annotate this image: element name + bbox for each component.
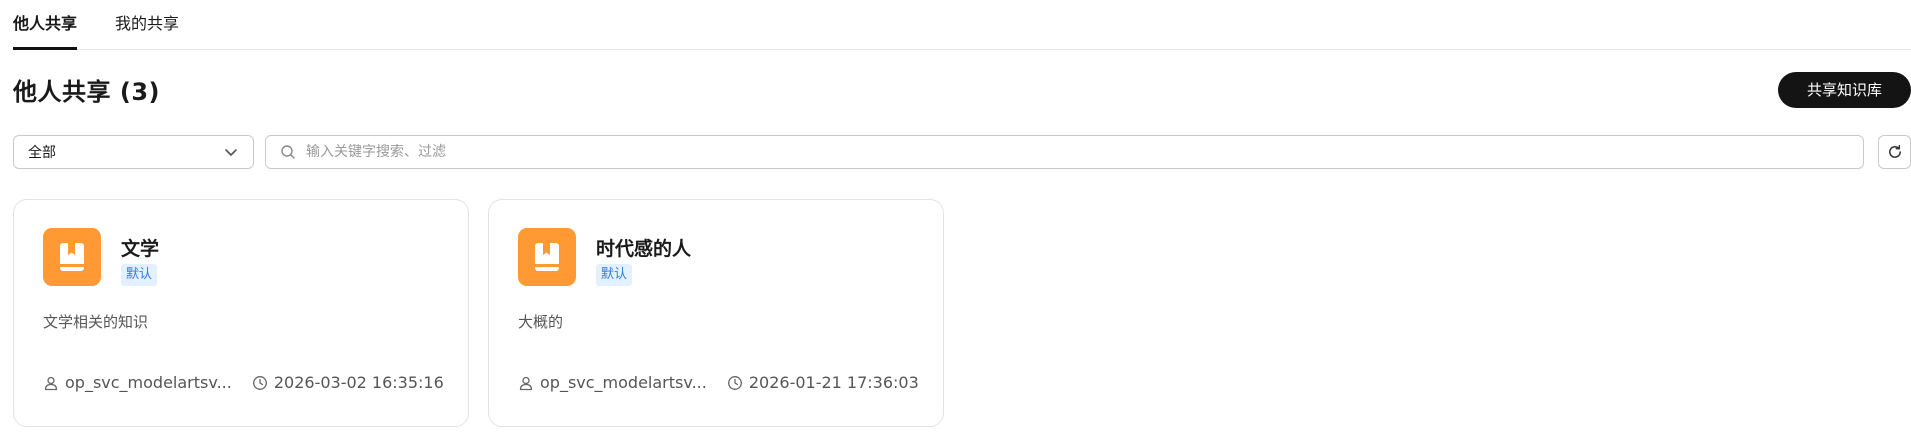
card-meta: op_svc_modelartsv... 2026-01-21 17:36:03 [518, 373, 923, 392]
default-tag: 默认 [121, 264, 158, 286]
card-time-value: 2026-03-02 16:35:16 [273, 373, 444, 392]
card-time: 2026-03-02 16:35:16 [252, 373, 444, 392]
card-title: 时代感的人 [596, 238, 692, 260]
refresh-button[interactable] [1878, 135, 1911, 169]
book-icon [43, 228, 101, 286]
search-input[interactable] [306, 137, 1849, 167]
tab-others-shared[interactable]: 他人共享 [13, 0, 78, 50]
card-title: 文学 [121, 238, 160, 260]
share-knowledge-base-button[interactable]: 共享知识库 [1778, 72, 1911, 108]
search-box [265, 135, 1864, 169]
card-time-value: 2026-01-21 17:36:03 [748, 373, 919, 392]
default-tag: 默认 [596, 264, 633, 286]
card-owner-name: op_svc_modelartsv... [540, 373, 707, 392]
search-icon [281, 145, 295, 159]
card-description: 文学相关的知识 [43, 313, 149, 331]
clock-icon [727, 375, 742, 390]
card-owner-name: op_svc_modelartsv... [65, 373, 232, 392]
card-meta: op_svc_modelartsv... 2026-03-02 16:35:16 [43, 373, 448, 392]
clock-icon [252, 375, 267, 390]
page-title: 他人共享 (3) [13, 78, 160, 106]
book-icon [518, 228, 576, 286]
card-description: 大概的 [518, 313, 564, 331]
user-icon [519, 376, 533, 390]
card-owner: op_svc_modelartsv... [43, 373, 232, 392]
user-icon [44, 376, 58, 390]
knowledge-base-card[interactable]: 文学 默认 文学相关的知识 op_svc_modelartsv... 2026-… [13, 199, 469, 427]
category-select[interactable]: 全部 [13, 135, 254, 169]
chevron-down-icon [225, 149, 237, 156]
refresh-icon [1888, 145, 1901, 158]
tab-bar: 他人共享 我的共享 [13, 0, 1911, 50]
card-owner: op_svc_modelartsv... [518, 373, 707, 392]
tab-my-shared[interactable]: 我的共享 [115, 0, 179, 49]
category-select-value: 全部 [28, 145, 56, 161]
knowledge-base-card[interactable]: 时代感的人 默认 大概的 op_svc_modelartsv... 2026-0… [488, 199, 944, 427]
card-time: 2026-01-21 17:36:03 [727, 373, 919, 392]
page: 他人共享 我的共享 他人共享 (3) 共享知识库 全部 输入关键字搜索、过滤 文… [0, 0, 1911, 442]
